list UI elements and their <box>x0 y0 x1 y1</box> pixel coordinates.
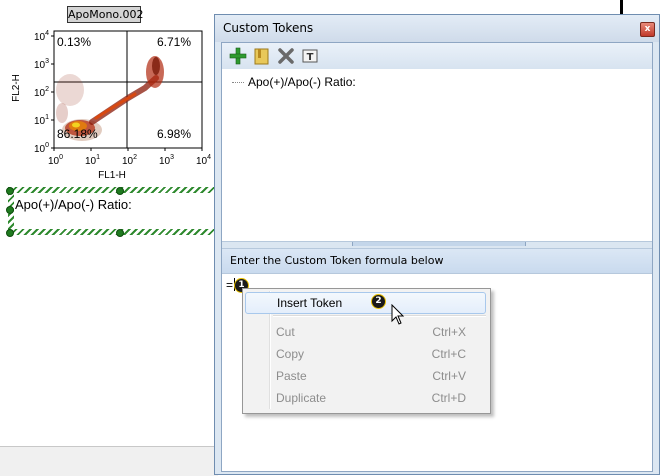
context-menu: Insert Token Cut Ctrl+X Copy Ctrl+C Past… <box>242 288 491 414</box>
selection-border-bottom <box>8 229 218 235</box>
window-title: Custom Tokens <box>223 21 314 35</box>
dot-plot[interactable]: 104 103 102 101 100 100 101 102 103 104 … <box>0 0 218 185</box>
quadrant-lower-left-value: 86.18% <box>57 127 98 141</box>
menu-item-duplicate[interactable]: Duplicate Ctrl+D <box>245 388 486 410</box>
menu-item-cut[interactable]: Cut Ctrl+X <box>245 322 486 344</box>
folder-icon[interactable] <box>252 46 272 66</box>
formula-prompt-bar: Enter the Custom Token formula below <box>222 249 652 274</box>
menu-item-label: Copy <box>276 347 305 361</box>
y-tick-label: 100 <box>34 142 49 155</box>
token-tree[interactable]: Apo(+)/Apo(-) Ratio: <box>222 69 652 241</box>
resize-handle[interactable] <box>6 229 14 237</box>
y-tick-label: 101 <box>34 114 49 127</box>
y-tick-label: 103 <box>34 58 49 71</box>
menu-item-label: Insert Token <box>277 296 343 310</box>
quadrant-upper-left-value: 0.13% <box>57 35 91 49</box>
status-bar <box>0 446 218 476</box>
menu-item-shortcut: Ctrl+X <box>432 325 466 339</box>
x-tick-label: 101 <box>85 154 100 167</box>
formula-text: = <box>226 278 234 292</box>
menu-item-shortcut: Ctrl+D <box>431 391 466 405</box>
menu-item-copy[interactable]: Copy Ctrl+C <box>245 344 486 366</box>
menu-item-paste[interactable]: Paste Ctrl+V <box>245 366 486 388</box>
step-2-badge: 2 <box>371 294 386 309</box>
x-tick-label: 100 <box>48 154 63 167</box>
token-toolbar: T <box>222 43 652 70</box>
x-tick-label: 104 <box>196 154 211 167</box>
x-axis-label: FL1-H <box>98 170 126 181</box>
tree-item[interactable]: Apo(+)/Apo(-) Ratio: <box>232 75 356 89</box>
delete-icon[interactable] <box>276 46 296 66</box>
y-tick-label: 102 <box>34 86 49 99</box>
quadrant-upper-right-value: 6.71% <box>157 35 191 49</box>
layout-canvas[interactable]: ApoMono.002 104 103 102 101 100 100 101 … <box>0 0 218 476</box>
svg-text:T: T <box>307 52 314 63</box>
text-token-icon[interactable]: T <box>300 46 320 66</box>
formula-prompt: Enter the Custom Token formula below <box>230 254 444 267</box>
tree-item-label: Apo(+)/Apo(-) Ratio: <box>248 75 356 89</box>
window-titlebar[interactable]: Custom Tokens x <box>215 15 659 42</box>
resize-handle[interactable] <box>116 187 124 195</box>
background-window-edge <box>620 0 623 14</box>
menu-item-shortcut: Ctrl+V <box>432 369 466 383</box>
menu-item-label: Cut <box>276 325 295 339</box>
resize-handle[interactable] <box>6 187 14 195</box>
menu-item-label: Duplicate <box>276 391 327 405</box>
panel-splitter[interactable] <box>222 241 652 249</box>
ratio-text-box[interactable]: Apo(+)/Apo(-) Ratio: <box>15 197 132 212</box>
menu-item-label: Paste <box>276 369 307 383</box>
close-button[interactable]: x <box>640 22 655 37</box>
y-axis-label: FL2-H <box>11 74 22 102</box>
menu-item-insert-token[interactable]: Insert Token <box>245 292 486 314</box>
resize-handle[interactable] <box>6 206 14 214</box>
quadrant-lower-right-value: 6.98% <box>157 127 191 141</box>
x-tick-label: 102 <box>122 154 137 167</box>
tree-connector <box>232 82 244 84</box>
resize-handle[interactable] <box>116 229 124 237</box>
splitter-grip[interactable] <box>352 242 526 246</box>
x-tick-label: 103 <box>159 154 174 167</box>
menu-item-shortcut: Ctrl+C <box>431 347 466 361</box>
add-icon[interactable] <box>228 46 248 66</box>
y-tick-label: 104 <box>34 30 49 43</box>
mouse-cursor-icon <box>391 304 405 325</box>
selection-border-top <box>8 187 218 193</box>
screen-edge <box>660 0 664 475</box>
menu-separator <box>273 315 486 317</box>
